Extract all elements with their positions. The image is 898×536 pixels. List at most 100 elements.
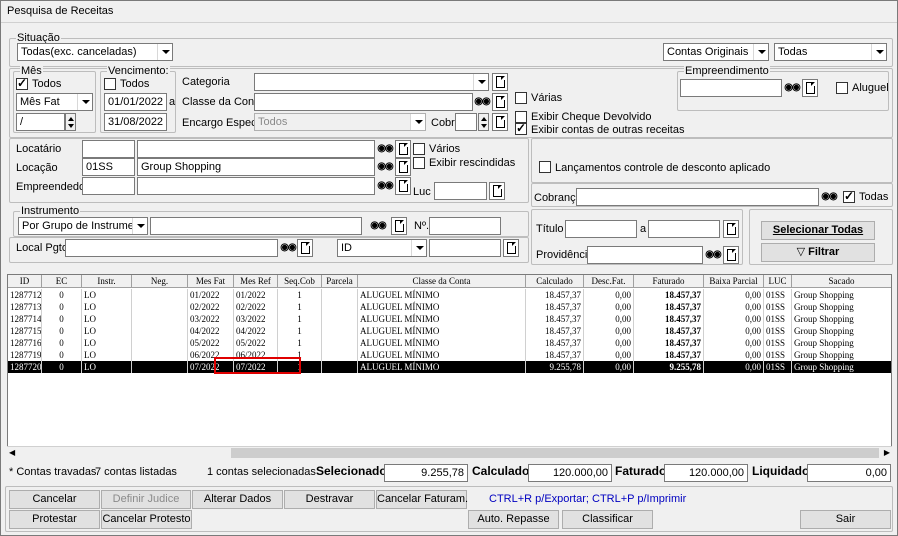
- column-header-id[interactable]: ID: [8, 275, 42, 288]
- venc-todos-checkbox[interactable]: [104, 78, 116, 90]
- varios-checkbox[interactable]: [413, 143, 425, 155]
- scroll-right-icon[interactable]: ▶: [884, 448, 890, 457]
- column-header-instr[interactable]: Instr.: [82, 275, 132, 288]
- destravar-button[interactable]: Destravar: [284, 490, 375, 509]
- auto-repasse-button[interactable]: Auto. Repasse: [468, 510, 559, 529]
- column-header-ec[interactable]: EC: [42, 275, 82, 288]
- table-row[interactable]: 1287715 0 LO 04/2022 04/2022 1 ALUGUEL MÍNIMO 1…: [8, 325, 891, 337]
- mes-tipo-select[interactable]: Mês Fat: [16, 93, 93, 111]
- column-header-seq-cob[interactable]: Seq.Cob: [278, 275, 322, 288]
- titulo-ate-input[interactable]: [648, 220, 720, 238]
- locatario-code-input[interactable]: [82, 140, 135, 158]
- titulo-de-input[interactable]: [565, 220, 637, 238]
- column-header-sacado[interactable]: Sacado: [792, 275, 891, 288]
- instrumento-doc-button[interactable]: [391, 217, 407, 235]
- binoculars-icon[interactable]: ◉◉: [377, 180, 393, 192]
- alterar-dados-button[interactable]: Alterar Dados: [192, 490, 283, 509]
- locacao-code-input[interactable]: 01SS: [82, 158, 135, 176]
- table-row[interactable]: 1287716 0 LO 05/2022 05/2022 1 ALUGUEL MÍNIMO 1…: [8, 337, 891, 349]
- id-doc-button[interactable]: [503, 239, 519, 257]
- cobr-spinner[interactable]: [478, 113, 489, 131]
- locatario-name-input[interactable]: [137, 140, 375, 158]
- providencia-input[interactable]: [587, 246, 703, 264]
- cancelar-button[interactable]: Cancelar: [9, 490, 100, 509]
- binoculars-icon[interactable]: ◉◉: [377, 143, 393, 155]
- column-header-baixa-parcial[interactable]: Baixa Parcial: [704, 275, 764, 288]
- binoculars-icon[interactable]: ◉◉: [474, 96, 490, 108]
- column-header-mes-ref[interactable]: Mes Ref: [234, 275, 278, 288]
- column-header-parcela[interactable]: Parcela: [322, 275, 358, 288]
- classe-conta-input[interactable]: [254, 93, 473, 111]
- mes-todos-checkbox[interactable]: [16, 76, 28, 90]
- binoculars-icon[interactable]: ◉◉: [370, 220, 386, 232]
- locatario-doc-button[interactable]: [395, 140, 411, 158]
- encargo-select[interactable]: Todos: [254, 113, 426, 131]
- column-header-faturado[interactable]: Faturado: [634, 275, 704, 288]
- situacao-select[interactable]: Todas(exc. canceladas): [17, 43, 173, 61]
- selecionar-todas-button[interactable]: Selecionar Todas: [761, 221, 875, 240]
- scroll-left-icon[interactable]: ◀: [9, 448, 15, 457]
- cancelar-protesto-button[interactable]: Cancelar Protesto: [101, 510, 192, 529]
- filtrar-button[interactable]: ▽ Filtrar: [761, 243, 875, 262]
- binoculars-icon[interactable]: ◉◉: [280, 242, 296, 254]
- receitas-grid[interactable]: ID EC Instr. Neg. Mes Fat Mes Ref Seq.Cob Parce…: [7, 274, 892, 459]
- mes-spinner[interactable]: [65, 113, 76, 131]
- empreendimento-input[interactable]: [680, 79, 782, 97]
- table-row[interactable]: 1287713 0 LO 02/2022 02/2022 1 ALUGUEL MÍNIMO 1…: [8, 301, 891, 313]
- empreendedor-code-input[interactable]: [82, 177, 135, 195]
- column-header-neg[interactable]: Neg.: [132, 275, 188, 288]
- instrumento-input[interactable]: [150, 217, 362, 235]
- binoculars-icon[interactable]: ◉◉: [784, 82, 800, 94]
- mes-valor-input[interactable]: /: [16, 113, 65, 131]
- titulo-doc-button[interactable]: [723, 220, 739, 238]
- aluguel-checkbox[interactable]: [836, 82, 848, 94]
- table-row[interactable]: 1287720 0 LO 07/2022 07/2022 1 ALUGUEL MÍNIMO 9…: [8, 361, 891, 373]
- definir-judice-button[interactable]: Definir Judice: [101, 490, 191, 509]
- instrumento-n-input[interactable]: [429, 217, 501, 235]
- cobranca-input[interactable]: [576, 188, 819, 206]
- instrumento-tipo-select[interactable]: Por Grupo de Instrumento: [18, 217, 148, 235]
- table-row[interactable]: 1287719 0 LO 06/2022 06/2022 1 ALUGUEL MÍNIMO 1…: [8, 349, 891, 361]
- binoculars-icon[interactable]: ◉◉: [377, 161, 393, 173]
- outras-receitas-checkbox[interactable]: [515, 121, 527, 135]
- rescindidas-checkbox[interactable]: [413, 157, 425, 169]
- venc-de-input[interactable]: 01/01/2022: [104, 93, 167, 111]
- horizontal-scrollbar[interactable]: ◀ ▶: [7, 446, 892, 459]
- categoria-doc-button[interactable]: [492, 73, 508, 91]
- binoculars-icon[interactable]: ◉◉: [821, 191, 837, 203]
- id-input[interactable]: [429, 239, 501, 257]
- local-pgto-doc-button[interactable]: [297, 239, 313, 257]
- empreendedor-name-input[interactable]: [137, 177, 375, 195]
- column-header-calculado[interactable]: Calculado: [526, 275, 584, 288]
- cobr-doc-button[interactable]: [492, 113, 508, 131]
- column-header-desc-fat[interactable]: Desc.Fat.: [584, 275, 634, 288]
- table-row[interactable]: 1287712 0 LO 01/2022 01/2022 1 ALUGUEL MÍNIMO 1…: [8, 289, 891, 301]
- empreendedor-doc-button[interactable]: [395, 177, 411, 195]
- cobr-input[interactable]: [455, 113, 477, 131]
- luc-doc-button[interactable]: [489, 182, 505, 200]
- column-header-mes-fat[interactable]: Mes Fat: [188, 275, 234, 288]
- sair-button[interactable]: Sair: [800, 510, 891, 529]
- luc-input[interactable]: [434, 182, 487, 200]
- column-header-luc[interactable]: LUC: [764, 275, 792, 288]
- empreendimento-doc-button[interactable]: [802, 79, 818, 97]
- todas-select[interactable]: Todas: [774, 43, 887, 61]
- id-select[interactable]: ID: [337, 239, 427, 257]
- scroll-thumb[interactable]: [231, 448, 879, 458]
- local-pgto-input[interactable]: [65, 239, 278, 257]
- classe-doc-button[interactable]: [492, 93, 508, 111]
- categoria-select[interactable]: [254, 73, 489, 91]
- locacao-doc-button[interactable]: [395, 158, 411, 176]
- varias-checkbox[interactable]: [515, 92, 527, 104]
- table-row[interactable]: 1287714 0 LO 03/2022 03/2022 1 ALUGUEL MÍNIMO 1…: [8, 313, 891, 325]
- venc-ate-input[interactable]: 31/08/2022: [104, 113, 167, 131]
- contas-select[interactable]: Contas Originais: [663, 43, 769, 61]
- locacao-name-input[interactable]: Group Shopping: [137, 158, 375, 176]
- providencia-doc-button[interactable]: [723, 246, 739, 264]
- cobranca-todas-checkbox[interactable]: [843, 189, 855, 203]
- column-header-classe-conta[interactable]: Classe da Conta: [358, 275, 526, 288]
- cancelar-faturam-button[interactable]: Cancelar Faturam.: [376, 490, 468, 509]
- desconto-checkbox[interactable]: [539, 161, 551, 173]
- protestar-button[interactable]: Protestar: [9, 510, 100, 529]
- classificar-button[interactable]: Classificar: [562, 510, 653, 529]
